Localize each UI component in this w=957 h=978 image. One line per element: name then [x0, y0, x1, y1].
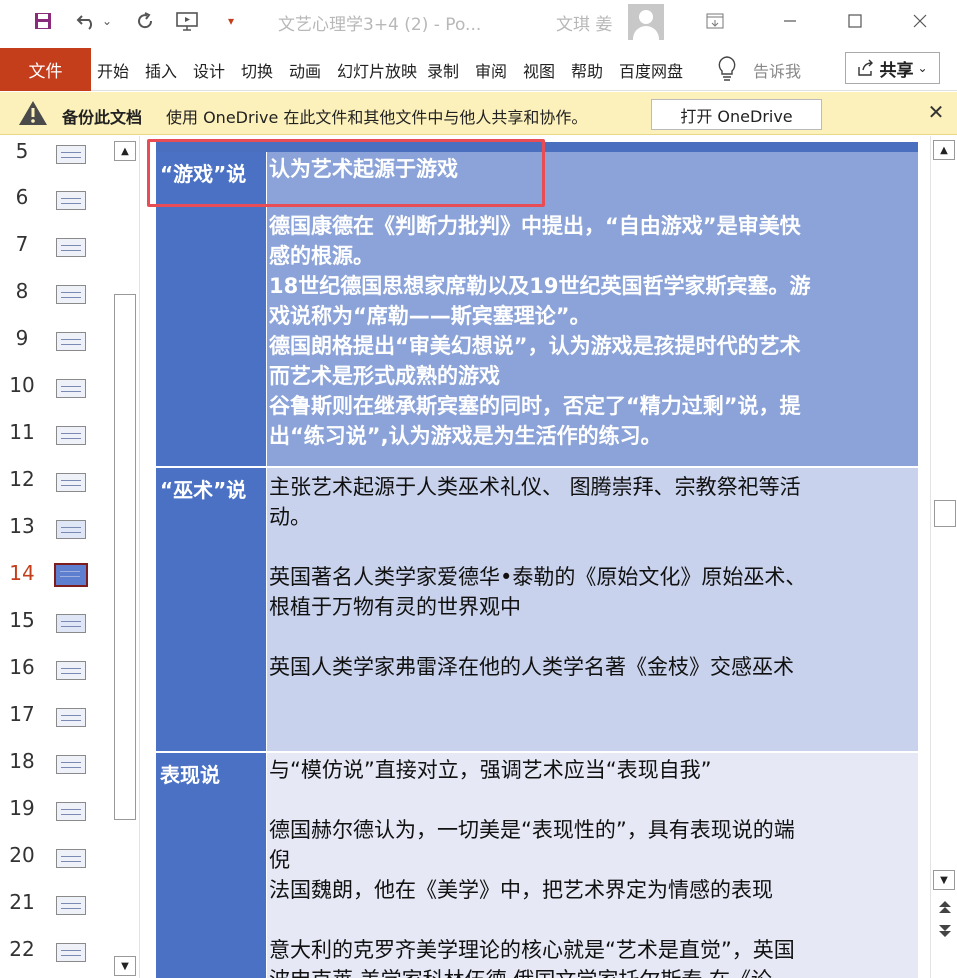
- scroll-up-icon[interactable]: ▲: [933, 140, 955, 160]
- undo-dropdown-icon[interactable]: ⌄: [100, 8, 114, 34]
- scroll-down-icon[interactable]: ▼: [114, 956, 136, 976]
- row-line: 而艺术是形式成熟的游戏: [269, 364, 500, 388]
- row-line: 波申克莱 美学家科林伍德 俄国文学家托尔斯泰 在《论: [269, 965, 917, 978]
- document-title: 文艺心理学3+4 (2) - Po...: [278, 15, 482, 35]
- undo-icon[interactable]: [74, 8, 100, 34]
- slide-thumbnail[interactable]: 5: [0, 139, 112, 186]
- close-icon[interactable]: [905, 8, 935, 34]
- save-icon[interactable]: [30, 8, 56, 34]
- row-line: 主张艺术起源于人类巫术礼仪、 图腾崇拜、宗教祭祀等活: [269, 475, 801, 499]
- tab-insert[interactable]: 插入: [145, 58, 177, 82]
- tab-design[interactable]: 设计: [193, 58, 225, 82]
- slide-thumbnail[interactable]: 18: [0, 749, 112, 796]
- tab-slideshow[interactable]: 幻灯片放映: [337, 58, 419, 82]
- thumbnail-scrollbar[interactable]: ▲ ▼: [112, 136, 139, 978]
- slide-thumbnail[interactable]: 6: [0, 185, 112, 232]
- tab-view[interactable]: 视图: [523, 58, 555, 82]
- slide-thumbnail[interactable]: 10: [0, 373, 112, 420]
- infobar-message: 使用 OneDrive 在此文件和其他文件中与他人共享和协作。: [166, 108, 588, 127]
- row-line: 18世纪德国思想家席勒以及19世纪英国哲学家斯宾塞。游: [269, 274, 811, 298]
- table-cell-body: 主张艺术起源于人类巫术礼仪、 图腾崇拜、宗教祭祀等活 动。 英国著名人类学家爱德…: [267, 468, 918, 752]
- slide-thumbnail[interactable]: 11: [0, 420, 112, 467]
- title-bar: ⌄ ▾ 文艺心理学3+4 (2) - Po... 文琪 姜: [0, 0, 957, 44]
- slide-thumbnail[interactable]: 21: [0, 890, 112, 937]
- highlight-annotation-box: [147, 139, 545, 207]
- chevron-down-icon: ⌄: [917, 61, 928, 75]
- row-line: 德国康德在《判断力批判》中提出，“自由游戏”是审美快: [269, 214, 801, 238]
- slide-thumbnail[interactable]: 7: [0, 232, 112, 279]
- slide-thumbnail[interactable]: 17: [0, 702, 112, 749]
- tab-transitions[interactable]: 切换: [241, 58, 273, 82]
- scroll-up-icon[interactable]: ▲: [114, 141, 136, 161]
- close-icon[interactable]: ✕: [924, 100, 948, 124]
- redo-icon[interactable]: [132, 8, 158, 34]
- row-line: 法国魏朗，他在《美学》中，把艺术界定为情感的表现: [269, 878, 773, 902]
- row-line: 德国朗格提出“审美幻想说”，认为游戏是孩提时代的艺术: [269, 334, 801, 358]
- row-heading: 表现说: [160, 763, 220, 787]
- tell-me-search[interactable]: 告诉我: [753, 58, 801, 82]
- tab-home[interactable]: 开始: [97, 58, 129, 82]
- ribbon-tabs: 文件 开始 插入 设计 切换 动画 幻灯片放映 录制 审阅 视图 帮助 百度网盘…: [0, 44, 957, 91]
- row-line: 英国人类学家弗雷泽在他的人类学名著《金枝》交感巫术: [269, 655, 794, 679]
- tab-baidu-netdisk[interactable]: 百度网盘: [619, 58, 683, 82]
- slide-scrollbar[interactable]: ▲ ▼: [930, 136, 957, 978]
- tab-review[interactable]: 审阅: [475, 58, 507, 82]
- row-line: 戏说称为“席勒——斯宾塞理论”。: [269, 304, 591, 328]
- slide-thumbnail[interactable]: 8: [0, 279, 112, 326]
- row-heading: “巫术”说: [160, 478, 247, 502]
- row-line: 出“练习说”,认为游戏是为生活作的练习。: [269, 424, 662, 448]
- slide-thumbnail[interactable]: 9: [0, 326, 112, 373]
- next-slide-icon[interactable]: [936, 922, 954, 940]
- slide-thumbnail-active[interactable]: 14: [0, 561, 112, 608]
- row-line: 动。: [269, 505, 311, 529]
- warning-icon: [18, 100, 48, 126]
- backup-infobar: 备份此文档 使用 OneDrive 在此文件和其他文件中与他人共享和协作。 打开…: [0, 92, 957, 135]
- restore-icon[interactable]: [840, 8, 870, 34]
- slide-thumbnail[interactable]: 12: [0, 467, 112, 514]
- scrollbar-thumb[interactable]: [114, 294, 136, 820]
- ribbon-display-options-icon[interactable]: [700, 8, 730, 34]
- slide-canvas[interactable]: “游戏”说 认为艺术起源于游戏 德国康德在《判断力批判》中提出，“自由游戏”是审…: [143, 136, 929, 978]
- infobar-title: 备份此文档: [62, 108, 143, 127]
- slide-thumbnail[interactable]: 16: [0, 655, 112, 702]
- tab-animations[interactable]: 动画: [289, 58, 321, 82]
- tab-record[interactable]: 录制: [427, 58, 459, 82]
- previous-slide-icon[interactable]: [936, 898, 954, 916]
- row-line: 根植于万物有灵的世界观中: [269, 595, 521, 619]
- row-line: 谷鲁斯则在继承斯宾塞的同时，否定了“精力过剩”说，提: [269, 394, 801, 418]
- lightbulb-icon[interactable]: [716, 55, 738, 81]
- minimize-icon[interactable]: [775, 8, 805, 34]
- row-line: 英国著名人类学家爱德华•泰勒的《原始文化》原始巫术、: [269, 565, 807, 589]
- present-from-start-icon[interactable]: [174, 8, 200, 34]
- avatar[interactable]: [628, 4, 664, 40]
- slide-thumbnail[interactable]: 19: [0, 796, 112, 843]
- customize-toolbar-icon[interactable]: ▾: [218, 8, 244, 34]
- share-button[interactable]: 共享 ⌄: [845, 52, 940, 84]
- table-cell-head: 表现说: [156, 753, 266, 978]
- row-line: 与“模仿说”直接对立，强调艺术应当“表现自我”: [269, 758, 712, 782]
- row-line: 意大利的克罗齐美学理论的核心就是“艺术是直觉”，英国: [269, 938, 795, 962]
- scroll-down-icon[interactable]: ▼: [933, 870, 955, 890]
- slide-thumbnail[interactable]: 13: [0, 514, 112, 561]
- slide-thumbnail[interactable]: 22: [0, 937, 112, 978]
- scrollbar-thumb[interactable]: [934, 500, 956, 527]
- row-line: 感的根源。: [269, 244, 374, 268]
- slide-thumbnail[interactable]: 15: [0, 608, 112, 655]
- share-label: 共享: [879, 60, 914, 81]
- user-name[interactable]: 文琪 姜: [556, 10, 612, 35]
- open-onedrive-button[interactable]: 打开 OneDrive: [651, 99, 822, 130]
- slide-thumbnail[interactable]: 20: [0, 843, 112, 890]
- tab-help[interactable]: 帮助: [571, 58, 603, 82]
- table-cell-head: “巫术”说: [156, 468, 266, 752]
- table-cell-body: 与“模仿说”直接对立，强调艺术应当“表现自我” 德国赫尔德认为，一切美是“表现性…: [267, 753, 918, 978]
- tab-file[interactable]: 文件: [0, 48, 91, 91]
- row-line: 德国赫尔德认为，一切美是“表现性的”，具有表现说的端: [269, 818, 795, 842]
- row-line: 倪: [269, 848, 290, 872]
- share-icon: [858, 59, 874, 76]
